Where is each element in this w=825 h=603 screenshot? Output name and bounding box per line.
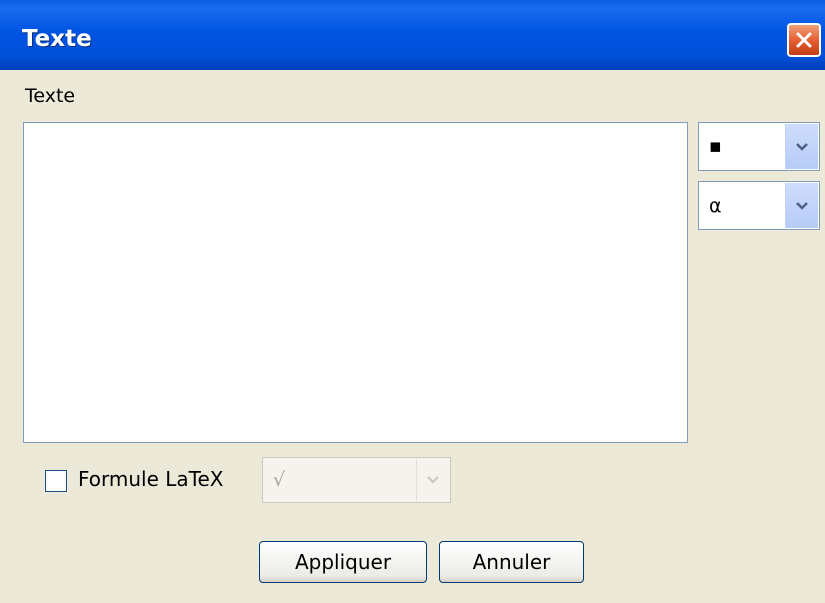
text-label: Texte <box>25 85 76 107</box>
text-dialog: Texte Texte ▪ α Formule LaTeX √ Applique… <box>0 0 825 603</box>
symbol-dropdown-value: ▪ <box>709 135 722 157</box>
latex-symbol-dropdown[interactable]: √ <box>262 457 451 503</box>
latex-formula-checkbox[interactable] <box>45 470 67 492</box>
close-button[interactable] <box>787 23 821 57</box>
greek-letter-dropdown-value: α <box>709 195 722 217</box>
greek-letter-dropdown[interactable]: α <box>698 181 820 230</box>
latex-symbol-dropdown-arrow[interactable] <box>416 459 449 501</box>
greek-letter-dropdown-arrow[interactable] <box>785 183 818 228</box>
symbol-dropdown-arrow[interactable] <box>785 124 818 169</box>
latex-symbol-dropdown-value: √ <box>273 469 286 491</box>
text-input-area[interactable] <box>23 122 688 443</box>
cancel-button[interactable]: Annuler <box>439 541 584 583</box>
window-title: Texte <box>22 26 92 52</box>
symbol-dropdown[interactable]: ▪ <box>698 122 820 171</box>
apply-button[interactable]: Appliquer <box>259 541 427 583</box>
title-bar[interactable]: Texte <box>0 0 825 70</box>
latex-formula-label: Formule LaTeX <box>78 467 224 491</box>
